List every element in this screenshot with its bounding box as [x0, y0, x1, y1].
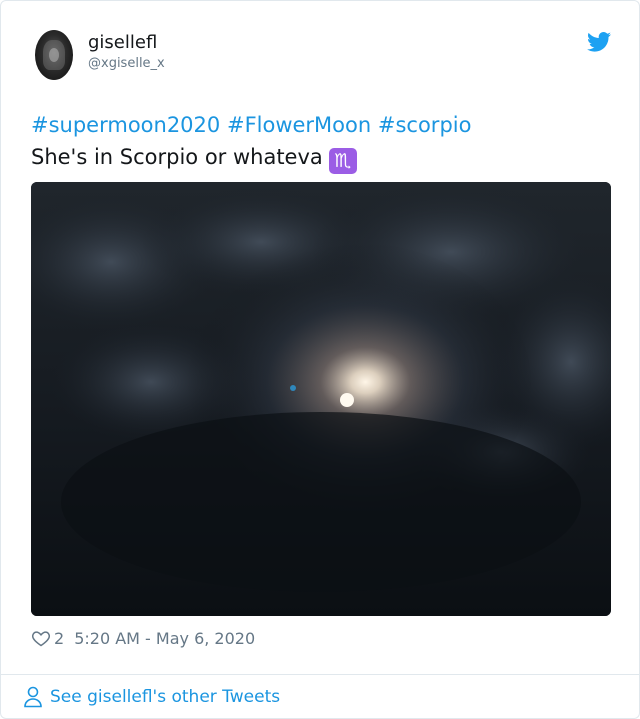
hashtag-scorpio[interactable]: #scorpio	[378, 113, 472, 137]
heart-icon[interactable]	[31, 628, 51, 648]
tweet-text-body: She's in Scorpio or whateva	[31, 145, 323, 169]
hashtag-supermoon2020[interactable]: #supermoon2020	[31, 113, 220, 137]
tweet-card: gisellefl @xgiselle_x #supermoon2020 #Fl…	[0, 0, 640, 719]
like-count[interactable]: 2	[54, 629, 64, 648]
hashtag-flowermoon[interactable]: #FlowerMoon	[227, 113, 371, 137]
see-other-tweets-link[interactable]: See gisellefl's other Tweets	[23, 686, 280, 708]
author-display-name[interactable]: gisellefl	[88, 32, 157, 53]
timestamp[interactable]: 5:20 AM - May 6, 2020	[74, 629, 255, 648]
author-handle[interactable]: @xgiselle_x	[88, 56, 165, 71]
tweet-text: She's in Scorpio or whateva ♏	[31, 145, 357, 174]
scorpio-emoji: ♏	[328, 148, 357, 174]
tweet-meta: 2 5:20 AM - May 6, 2020	[31, 628, 255, 648]
person-icon	[24, 686, 42, 708]
avatar[interactable]	[35, 30, 73, 80]
twitter-bird-icon[interactable]	[587, 32, 611, 52]
see-other-tweets-label: See gisellefl's other Tweets	[50, 687, 281, 707]
moon-photo-image	[31, 182, 611, 616]
tweet-photo[interactable]	[31, 182, 611, 616]
hashtag-line: #supermoon2020 #FlowerMoon #scorpio	[31, 113, 471, 137]
footer-divider	[1, 674, 639, 675]
avatar-highlight	[49, 48, 59, 62]
